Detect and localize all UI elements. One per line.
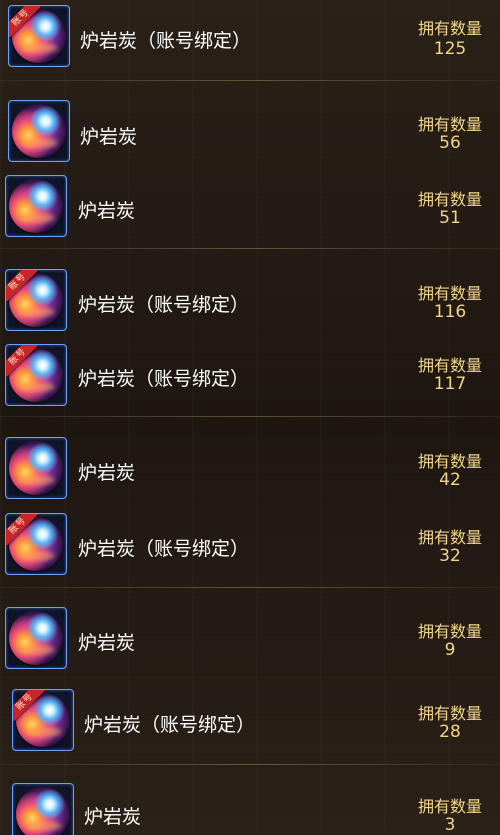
divider (0, 587, 500, 588)
list-item[interactable]: 炉岩炭 拥有数量 9 (0, 602, 500, 672)
item-name: 炉岩炭（账号绑定） (78, 368, 250, 390)
divider (0, 416, 500, 417)
list-item[interactable]: 账号 炉岩炭（账号绑定） 拥有数量 116 (0, 264, 500, 334)
count-label: 拥有数量 (417, 19, 482, 38)
item-icon (5, 437, 67, 499)
list-item[interactable]: 账号 炉岩炭（账号绑定） 拥有数量 117 (0, 340, 500, 410)
count-value: 3 (444, 815, 456, 835)
count-value: 9 (444, 640, 456, 660)
count-label: 拥有数量 (417, 452, 482, 471)
list-item[interactable]: 炉岩炭 拥有数量 56 (0, 98, 500, 168)
orb-icon (9, 179, 63, 233)
item-name: 炉岩炭（账号绑定） (80, 30, 252, 52)
item-icon (8, 100, 70, 162)
item-name: 炉岩炭 (78, 462, 136, 484)
item-name: 炉岩炭 (78, 632, 136, 654)
count-label: 拥有数量 (417, 115, 482, 134)
list-item[interactable]: 账号 炉岩炭（账号绑定） 拥有数量 28 (0, 684, 500, 754)
count-value: 116 (433, 302, 467, 322)
count-value: 117 (433, 374, 467, 394)
item-icon: 账号 (8, 5, 70, 67)
count-value: 51 (439, 208, 461, 228)
item-name: 炉岩炭 (78, 200, 136, 222)
item-icon (12, 783, 74, 835)
orb-icon (12, 104, 66, 158)
list-item[interactable]: 账号 炉岩炭（账号绑定） 拥有数量 32 (0, 508, 500, 578)
orb-icon (16, 787, 70, 835)
divider (0, 248, 500, 249)
count-label: 拥有数量 (417, 284, 482, 303)
item-icon (5, 607, 67, 669)
count-label: 拥有数量 (417, 356, 482, 375)
item-name: 炉岩炭（账号绑定） (78, 538, 250, 560)
count-label: 拥有数量 (417, 622, 482, 641)
list-item[interactable]: 炉岩炭 拥有数量 51 (0, 170, 500, 240)
count-value: 28 (439, 722, 461, 742)
item-name: 炉岩炭 (84, 806, 142, 828)
orb-icon (9, 611, 63, 665)
count-value: 32 (439, 546, 461, 566)
count-value: 42 (439, 470, 461, 490)
count-label: 拥有数量 (417, 704, 482, 723)
divider (0, 764, 500, 765)
item-icon: 账号 (5, 269, 67, 331)
divider (0, 80, 500, 81)
item-icon (5, 175, 67, 237)
count-value: 56 (439, 133, 461, 153)
orb-icon (9, 441, 63, 495)
item-name: 炉岩炭 (80, 126, 138, 148)
item-icon: 账号 (5, 344, 67, 406)
count-value: 125 (433, 39, 467, 59)
item-icon: 账号 (12, 689, 74, 751)
list-item[interactable]: 炉岩炭 拥有数量 42 (0, 432, 500, 502)
list-item[interactable]: 账号 炉岩炭（账号绑定） 拥有数量 125 (0, 2, 500, 72)
item-name: 炉岩炭（账号绑定） (78, 294, 250, 316)
count-label: 拥有数量 (417, 190, 482, 209)
count-label: 拥有数量 (417, 797, 482, 816)
item-name: 炉岩炭（账号绑定） (84, 714, 256, 736)
item-icon: 账号 (5, 513, 67, 575)
list-item[interactable]: 炉岩炭 拥有数量 3 (0, 778, 500, 835)
count-label: 拥有数量 (417, 528, 482, 547)
